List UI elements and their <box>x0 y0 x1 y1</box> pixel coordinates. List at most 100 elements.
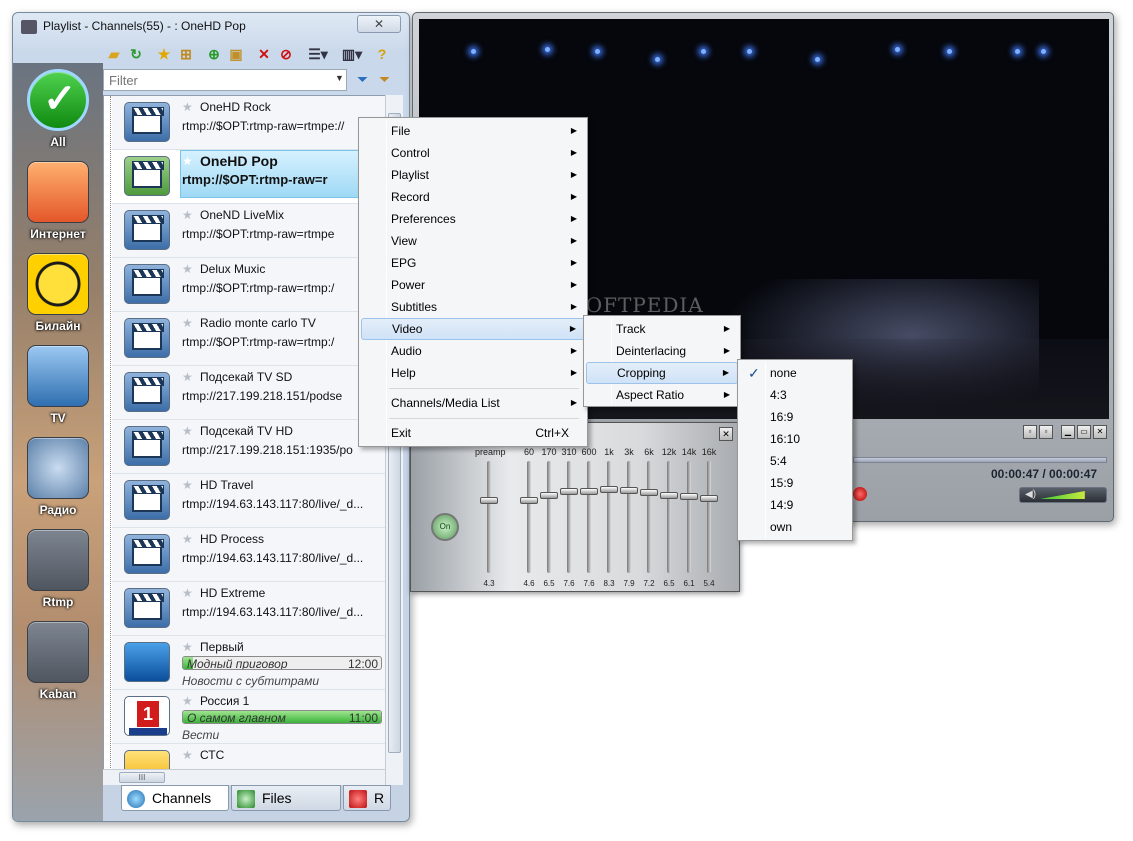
channel-row[interactable]: ★ OneND LiveMix rtmp://$OPT:rtmp-raw=rtm… <box>112 204 386 258</box>
eq-slider-knob[interactable] <box>520 497 538 505</box>
menu-item-playlist[interactable]: Playlist ▶ <box>361 164 585 186</box>
menu-item-own[interactable]: own <box>740 516 850 538</box>
volume-slider[interactable]: ◀) <box>1019 487 1107 503</box>
horizontal-scrollbar[interactable]: III <box>103 769 385 785</box>
menu-item-track[interactable]: Track ▶ <box>586 318 738 340</box>
menu-item-none[interactable]: ✓ none <box>740 362 850 384</box>
star-icon[interactable]: ★ <box>182 424 193 438</box>
filter-settings-icon[interactable]: ⏷ <box>379 71 390 88</box>
favorite-star-icon[interactable]: ★ <box>155 45 173 63</box>
star-icon[interactable]: ★ <box>182 316 193 330</box>
channel-row[interactable]: ★ Подсекай TV HD rtmp://217.199.218.151:… <box>112 420 386 474</box>
menu-item-channels-media-list[interactable]: Channels/Media List ▶ <box>361 392 585 414</box>
channel-row[interactable]: ★ Подсекай TV SD rtmp://217.199.218.151/… <box>112 366 386 420</box>
minimize-icon[interactable]: ▁ <box>1061 425 1075 439</box>
group-internet[interactable]: Интернет <box>23 161 93 251</box>
star-icon[interactable]: ★ <box>182 586 193 600</box>
filter-dropdown-arrow-icon[interactable]: ▼ <box>335 73 344 83</box>
tab-recordings[interactable]: R <box>343 785 391 811</box>
star-icon[interactable]: ★ <box>182 262 193 276</box>
eq-slider-track[interactable] <box>647 461 651 573</box>
eq-slider-track[interactable] <box>627 461 631 573</box>
eq-slider-knob[interactable] <box>480 497 498 505</box>
menu-item-view[interactable]: View ▶ <box>361 230 585 252</box>
menu-item-control[interactable]: Control ▶ <box>361 142 585 164</box>
channel-row[interactable]: ★ Delux Muxic rtmp://$OPT:rtmp-raw=rtmp:… <box>112 258 386 312</box>
menu-item-preferences[interactable]: Preferences ▶ <box>361 208 585 230</box>
channel-row[interactable]: ★ Первый Модный приговор 12:00 Новости с… <box>112 636 386 690</box>
eq-slider-knob[interactable] <box>540 491 558 499</box>
eq-slider-knob[interactable] <box>700 494 718 502</box>
group-beeline[interactable]: Билайн <box>23 253 93 343</box>
menu-item-file[interactable]: File ▶ <box>361 120 585 142</box>
eq-slider-knob[interactable] <box>580 488 598 496</box>
tab-channels[interactable]: Channels <box>121 785 229 811</box>
speaker-icon[interactable]: ◀) <box>1025 489 1036 500</box>
menu-item-16-9[interactable]: 16:9 <box>740 406 850 428</box>
star-icon[interactable]: ★ <box>182 748 193 762</box>
menu-item-cropping[interactable]: Cropping ▶ <box>586 362 738 384</box>
channel-row[interactable]: ★ Radio monte carlo TV rtmp://$OPT:rtmp-… <box>112 312 386 366</box>
group-rtmp[interactable]: Rtmp <box>23 529 93 619</box>
view-mode-icon[interactable]: ☰▾ <box>305 45 331 63</box>
menu-item-deinterlacing[interactable]: Deinterlacing ▶ <box>586 340 738 362</box>
star-icon[interactable]: ★ <box>182 694 193 708</box>
eq-slider-track[interactable] <box>567 461 571 573</box>
channel-row[interactable]: ★ OneHD Rock rtmp://$OPT:rtmp-raw=rtmpe:… <box>112 96 386 150</box>
eq-slider-knob[interactable] <box>560 488 578 496</box>
block-icon[interactable]: ⊘ <box>277 45 295 63</box>
snap-icon[interactable]: ▫ <box>1039 425 1053 439</box>
star-icon[interactable]: ★ <box>182 154 193 168</box>
tree-view-icon[interactable]: ⊞ <box>177 45 195 63</box>
menu-item-record[interactable]: Record ▶ <box>361 186 585 208</box>
filter-input[interactable] <box>103 69 347 91</box>
menu-item-video[interactable]: Video ▶ <box>361 318 585 340</box>
star-icon[interactable]: ★ <box>182 478 193 492</box>
star-icon[interactable]: ★ <box>182 100 193 114</box>
eq-slider-knob[interactable] <box>600 486 618 493</box>
channel-row[interactable]: ★ HD Travel rtmp://194.63.143.117:80/liv… <box>112 474 386 528</box>
channel-row[interactable]: ★ HD Extreme rtmp://194.63.143.117:80/li… <box>112 582 386 636</box>
eq-slider-track[interactable] <box>707 461 711 573</box>
add-folder-icon[interactable]: ▣ <box>227 45 245 63</box>
group-all[interactable]: ✓ All <box>23 69 93 159</box>
eq-slider-track[interactable] <box>587 461 591 573</box>
menu-item-4-3[interactable]: 4:3 <box>740 384 850 406</box>
menu-item-power[interactable]: Power ▶ <box>361 274 585 296</box>
filter-funnel-icon[interactable]: ⏷ <box>357 71 368 88</box>
help-icon[interactable]: ? <box>373 45 391 63</box>
scroll-thumb[interactable]: III <box>119 772 165 783</box>
delete-icon[interactable]: ✕ <box>255 45 273 63</box>
menu-item-14-9[interactable]: 14:9 <box>740 494 850 516</box>
menu-item-epg[interactable]: EPG ▶ <box>361 252 585 274</box>
menu-item-5-4[interactable]: 5:4 <box>740 450 850 472</box>
record-button[interactable] <box>853 487 867 501</box>
eq-slider-knob[interactable] <box>640 489 658 497</box>
seek-bar[interactable] <box>853 457 1107 463</box>
channel-row[interactable]: ★ HD Process rtmp://194.63.143.117:80/li… <box>112 528 386 582</box>
close-button[interactable]: ✕ <box>357 15 401 33</box>
group-kaban[interactable]: Kaban <box>23 621 93 711</box>
group-tv[interactable]: TV <box>23 345 93 435</box>
menu-item-audio[interactable]: Audio ▶ <box>361 340 585 362</box>
menu-item-subtitles[interactable]: Subtitles ▶ <box>361 296 585 318</box>
eq-slider-track[interactable] <box>687 461 691 573</box>
eq-slider-knob[interactable] <box>660 491 678 499</box>
menu-item-aspect-ratio[interactable]: Aspect Ratio ▶ <box>586 384 738 406</box>
eq-slider-track[interactable] <box>547 461 551 573</box>
add-icon[interactable]: ⊕ <box>205 45 223 63</box>
menu-item-15-9[interactable]: 15:9 <box>740 472 850 494</box>
star-icon[interactable]: ★ <box>182 208 193 222</box>
maximize-icon[interactable]: ▭ <box>1077 425 1091 439</box>
close-icon[interactable]: ✕ <box>1093 425 1107 439</box>
layout-icon[interactable]: ▥▾ <box>339 45 365 63</box>
eq-slider-track[interactable] <box>527 461 531 573</box>
star-icon[interactable]: ★ <box>182 640 193 654</box>
restore-icon[interactable]: ▫ <box>1023 425 1037 439</box>
group-radio[interactable]: Радио <box>23 437 93 527</box>
channel-row-selected[interactable]: ★ OneHD Pop rtmp://$OPT:rtmp-raw=r <box>112 150 386 204</box>
star-icon[interactable]: ★ <box>182 532 193 546</box>
eq-slider-track[interactable] <box>487 461 491 573</box>
tab-files[interactable]: Files <box>231 785 341 811</box>
menu-item-16-10[interactable]: 16:10 <box>740 428 850 450</box>
